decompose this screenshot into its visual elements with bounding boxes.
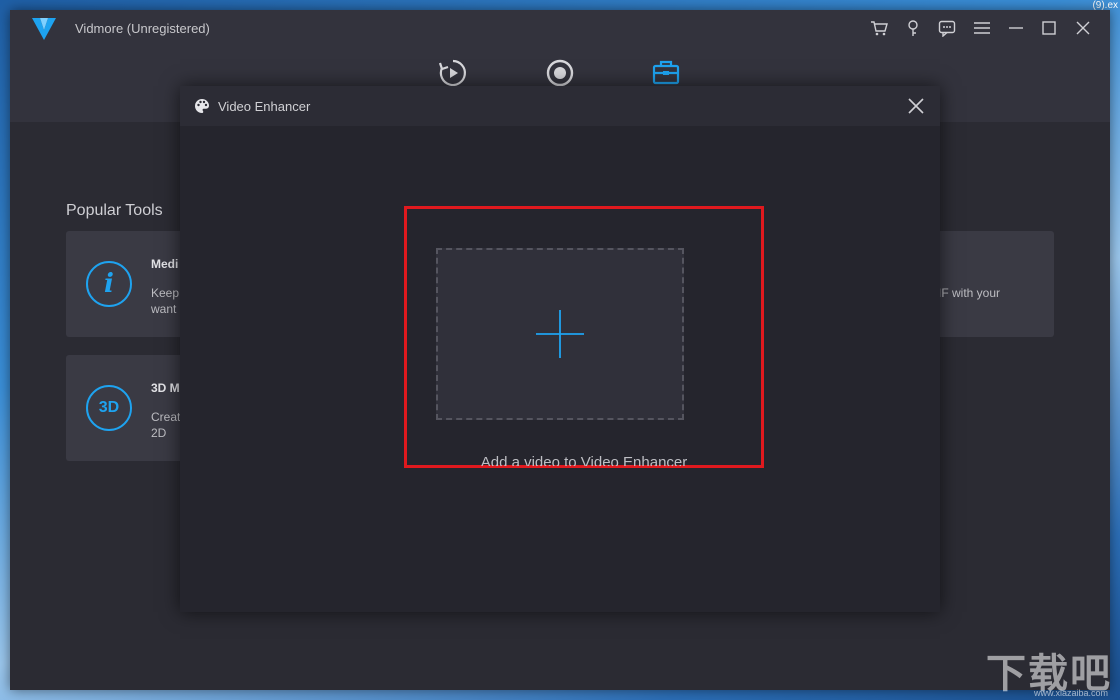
video-enhancer-dialog: Video Enhancer Add a video to Video Enha… (180, 86, 940, 612)
watermark-url: www.xiazaiba.com (1033, 688, 1108, 698)
tool-card-media-metadata[interactable]: i Medi Keep want (66, 231, 186, 337)
dialog-header: Video Enhancer (180, 86, 940, 126)
app-title: Vidmore (Unregistered) (75, 21, 210, 36)
plus-icon (536, 310, 584, 358)
tool-card-3d-maker[interactable]: 3D 3D M Creat 2D (66, 355, 186, 461)
add-video-label: Add a video to Video Enhancer (480, 454, 688, 466)
tab-toolbox[interactable] (649, 56, 683, 90)
converter-icon (438, 59, 466, 87)
toolbox-icon (652, 60, 680, 85)
key-icon[interactable] (902, 17, 924, 39)
feedback-icon[interactable] (936, 17, 958, 39)
maximize-icon[interactable] (1038, 17, 1060, 39)
card-title: 3D M (151, 381, 180, 395)
close-icon[interactable] (906, 96, 926, 116)
dialog-title: Video Enhancer (218, 99, 311, 114)
3d-icon: 3D (86, 385, 132, 431)
add-video-drop-zone[interactable] (436, 248, 684, 420)
cart-icon[interactable] (868, 17, 890, 39)
card-description: IF with your (938, 286, 1001, 300)
menu-icon[interactable] (971, 17, 993, 39)
vidmore-logo-icon (32, 18, 56, 40)
card-description: Creat 2D (151, 410, 181, 440)
tool-card-gif-maker[interactable]: IF with your (930, 231, 1054, 337)
card-description: Keep want (151, 286, 180, 316)
tab-converter[interactable] (436, 56, 470, 90)
popular-tools-title: Popular Tools (66, 202, 163, 219)
info-icon: i (86, 261, 132, 307)
record-icon (546, 59, 574, 87)
close-icon[interactable] (1072, 17, 1094, 39)
card-title: Medi (151, 257, 179, 271)
minimize-icon[interactable] (1005, 17, 1027, 39)
tab-recorder[interactable] (543, 56, 577, 90)
palette-icon (195, 99, 209, 113)
app-window: Vidmore (Unregistered) Popular Tools i M… (10, 10, 1110, 690)
